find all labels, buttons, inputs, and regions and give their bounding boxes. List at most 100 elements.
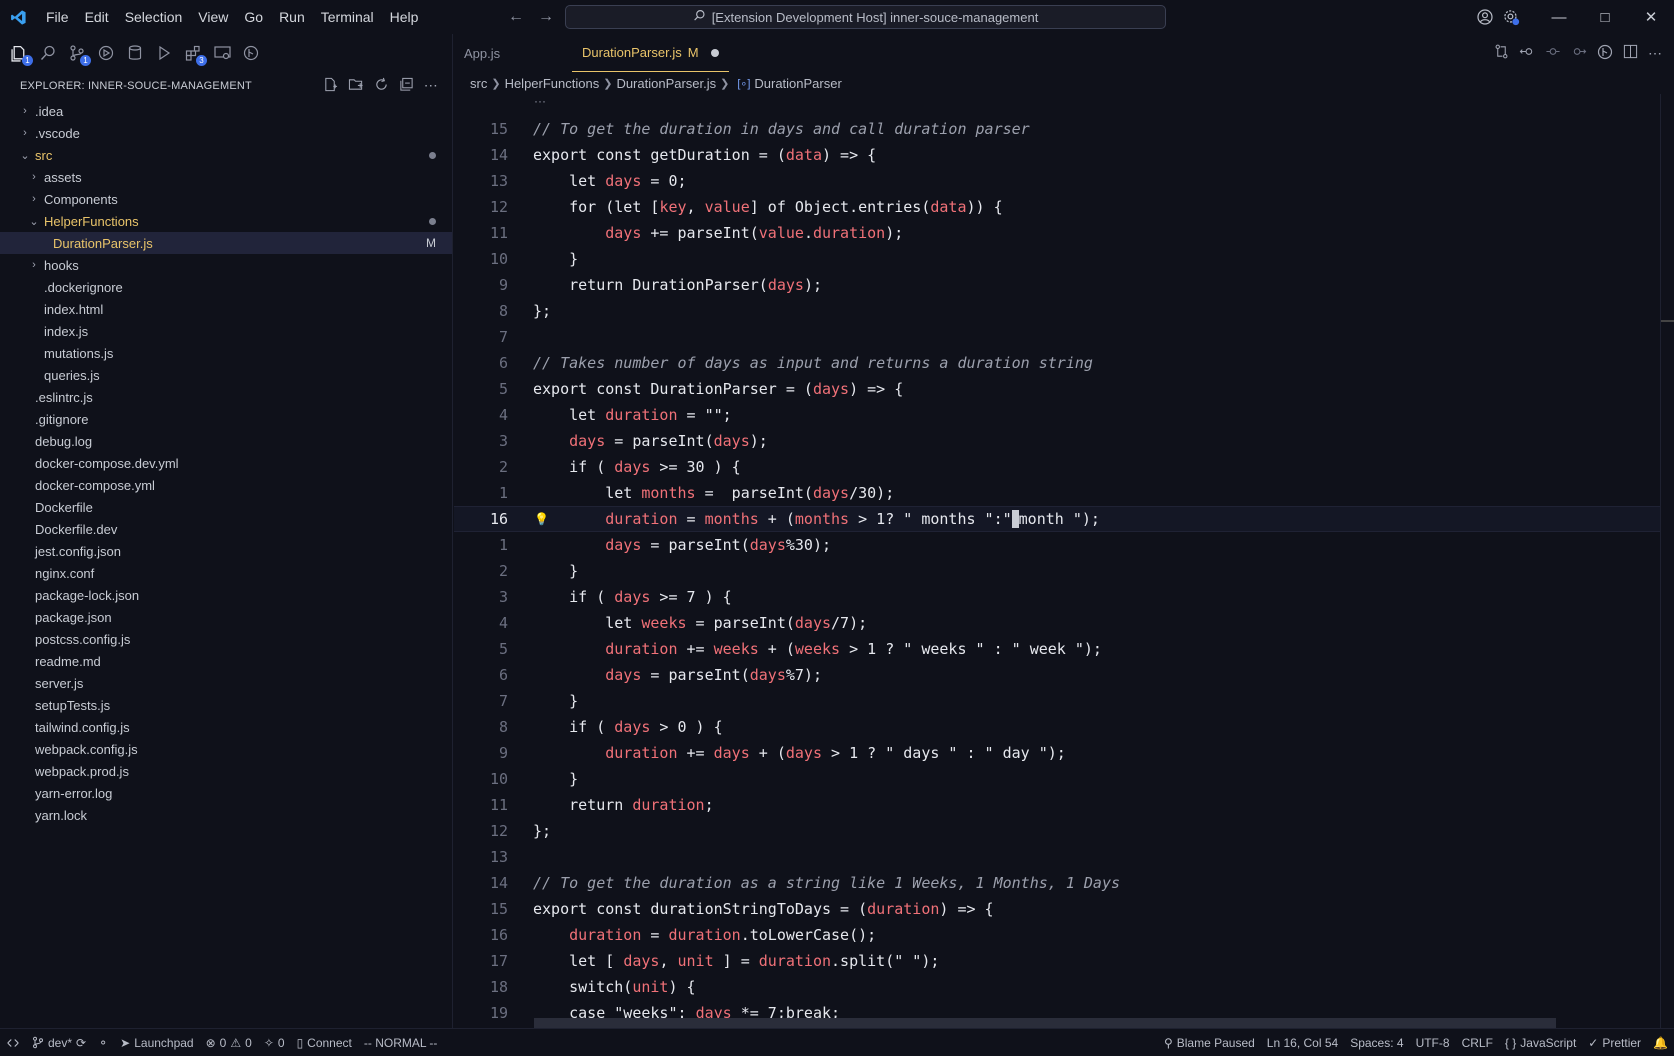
menu-selection[interactable]: Selection [117,0,191,34]
menu-go[interactable]: Go [236,0,271,34]
code-line[interactable]: 16 duration = duration.toLowerCase(); [454,922,1660,948]
minimize-icon[interactable]: — [1536,0,1582,34]
code-line[interactable]: 11 days += parseInt(value.duration); [454,220,1660,246]
code-line[interactable]: 13 [454,844,1660,870]
tree-item[interactable]: webpack.config.js [0,738,452,760]
remote-explorer-icon[interactable] [211,42,233,64]
blame-status[interactable]: ⚲ Blame Paused [1158,1036,1261,1050]
cursor-position[interactable]: Ln 16, Col 54 [1261,1036,1344,1050]
extensions-icon[interactable]: 3 [182,42,207,66]
code-line[interactable]: 9 duration += days + (days > 1 ? " days … [454,740,1660,766]
tree-item[interactable]: setupTests.js [0,694,452,716]
tree-item[interactable]: Dockerfile.dev [0,518,452,540]
code-line[interactable]: 8 if ( days > 0 ) { [454,714,1660,740]
problems-status[interactable]: ⊗ 0 ⚠ 0 [200,1036,258,1050]
encoding[interactable]: UTF-8 [1410,1036,1456,1050]
unsaved-dot-icon[interactable] [710,48,719,57]
tree-item[interactable]: › .idea [0,100,452,122]
gitlens-icon[interactable] [240,42,262,64]
code-line[interactable]: 14 export const getDuration = (data) => { [454,142,1660,168]
tree-item[interactable]: package-lock.json [0,584,452,606]
code-line[interactable]: 4 let duration = ""; [454,402,1660,428]
indentation[interactable]: Spaces: 4 [1344,1036,1409,1050]
code-line[interactable]: 8}; [454,298,1660,324]
tree-item[interactable]: server.js [0,672,452,694]
code-line[interactable]: 13 let days = 0; [454,168,1660,194]
tree-item[interactable]: ⌄ src [0,144,452,166]
forward-arrow-icon[interactable]: → [538,8,554,26]
vertical-scrollbar[interactable] [1660,94,1674,1028]
tree-item[interactable]: package.json [0,606,452,628]
split-editor-icon[interactable] [1623,44,1638,62]
tree-item[interactable]: Dockerfile [0,496,452,518]
code-line[interactable]: 3 days = parseInt(days); [454,428,1660,454]
code-line[interactable]: 11 return duration; [454,792,1660,818]
menu-run[interactable]: Run [271,0,313,34]
tree-item[interactable]: › hooks [0,254,452,276]
collapse-all-icon[interactable] [399,77,414,95]
commit-icon[interactable] [1545,44,1561,62]
branch-status[interactable]: dev* ⟳ [26,1036,92,1050]
breadcrumb-src[interactable]: src [470,76,487,91]
account-icon[interactable] [1472,0,1498,34]
line-ending[interactable]: CRLF [1456,1036,1499,1050]
code-line[interactable]: 2 if ( days >= 30 ) { [454,454,1660,480]
menu-view[interactable]: View [190,0,236,34]
tree-item[interactable]: .gitignore [0,408,452,430]
tree-item[interactable]: .dockerignore [0,276,452,298]
tree-item[interactable]: index.js [0,320,452,342]
tab-duration-parser[interactable]: DurationParser.js M [572,34,729,72]
menu-file[interactable]: File [38,0,77,34]
ports-status[interactable]: ✧ 0 [258,1036,291,1050]
maximize-icon[interactable]: □ [1582,0,1628,34]
tree-item[interactable]: yarn-error.log [0,782,452,804]
breadcrumb-helperfunctions[interactable]: HelperFunctions [505,76,600,91]
remote-indicator[interactable] [0,1036,26,1050]
tree-item[interactable]: docker-compose.dev.yml [0,452,452,474]
more-actions-icon[interactable]: ⋯ [1648,45,1662,62]
open-changes-next-icon[interactable] [1571,44,1587,62]
code-line[interactable]: 1 let months = parseInt(days/30); [454,480,1660,506]
tree-item[interactable]: index.html [0,298,452,320]
code-line[interactable]: 14 // To get the duration as a string lik… [454,870,1660,896]
code-line[interactable]: 7 [454,324,1660,350]
menu-terminal[interactable]: Terminal [313,0,382,34]
gitlens-inspect-icon[interactable] [1597,44,1613,63]
code-line-current[interactable]: 16 duration = months + (months > 1? " mo… [454,506,1660,532]
back-arrow-icon[interactable]: ← [508,8,524,26]
code-line[interactable]: 2 } [454,558,1660,584]
more-actions-icon[interactable]: ⋯ [424,77,438,95]
tree-item[interactable]: DurationParser.js M [0,232,452,254]
formatter-status[interactable]: ✓ Prettier [1582,1036,1647,1050]
code-line[interactable]: 1 days = parseInt(days%30); [454,532,1660,558]
new-file-icon[interactable] [323,77,338,95]
code-line[interactable]: 10 } [454,766,1660,792]
breadcrumb-file[interactable]: DurationParser.js [616,76,716,91]
language-mode[interactable]: { } JavaScript [1499,1036,1582,1050]
code-line[interactable]: 5 export const DurationParser = (days) =>… [454,376,1660,402]
breadcrumb-symbol[interactable]: DurationParser [754,76,841,91]
menu-help[interactable]: Help [382,0,427,34]
tab-app-js[interactable]: App.js [454,34,572,72]
code-line[interactable]: 10 } [454,246,1660,272]
tree-item[interactable]: debug.log [0,430,452,452]
gitlens-graph-status[interactable]: ⚬ [92,1036,114,1050]
compare-changes-icon[interactable] [1494,44,1509,62]
search-view-icon[interactable] [37,42,59,64]
code-line[interactable]: 5 duration += weeks + (weeks > 1 ? " wee… [454,636,1660,662]
code-line[interactable]: 6 // Takes number of days as input and re… [454,350,1660,376]
tree-item[interactable]: docker-compose.yml [0,474,452,496]
tree-item[interactable]: tailwind.config.js [0,716,452,738]
command-center[interactable]: [Extension Development Host] inner-souce… [565,5,1166,29]
code-line[interactable]: 4 let weeks = parseInt(days/7); [454,610,1660,636]
scrollbar-thumb[interactable] [1661,320,1674,322]
refresh-icon[interactable] [374,77,389,95]
tree-item[interactable]: webpack.prod.js [0,760,452,782]
tree-item[interactable]: › assets [0,166,452,188]
code-line[interactable]: 15 // To get the duration in days and cal… [454,116,1660,142]
menu-edit[interactable]: Edit [77,0,117,34]
open-changes-previous-icon[interactable] [1519,44,1535,62]
code-line[interactable]: 9 return DurationParser(days); [454,272,1660,298]
database-icon[interactable] [124,42,146,64]
code-line[interactable]: 18 switch(unit) { [454,974,1660,1000]
